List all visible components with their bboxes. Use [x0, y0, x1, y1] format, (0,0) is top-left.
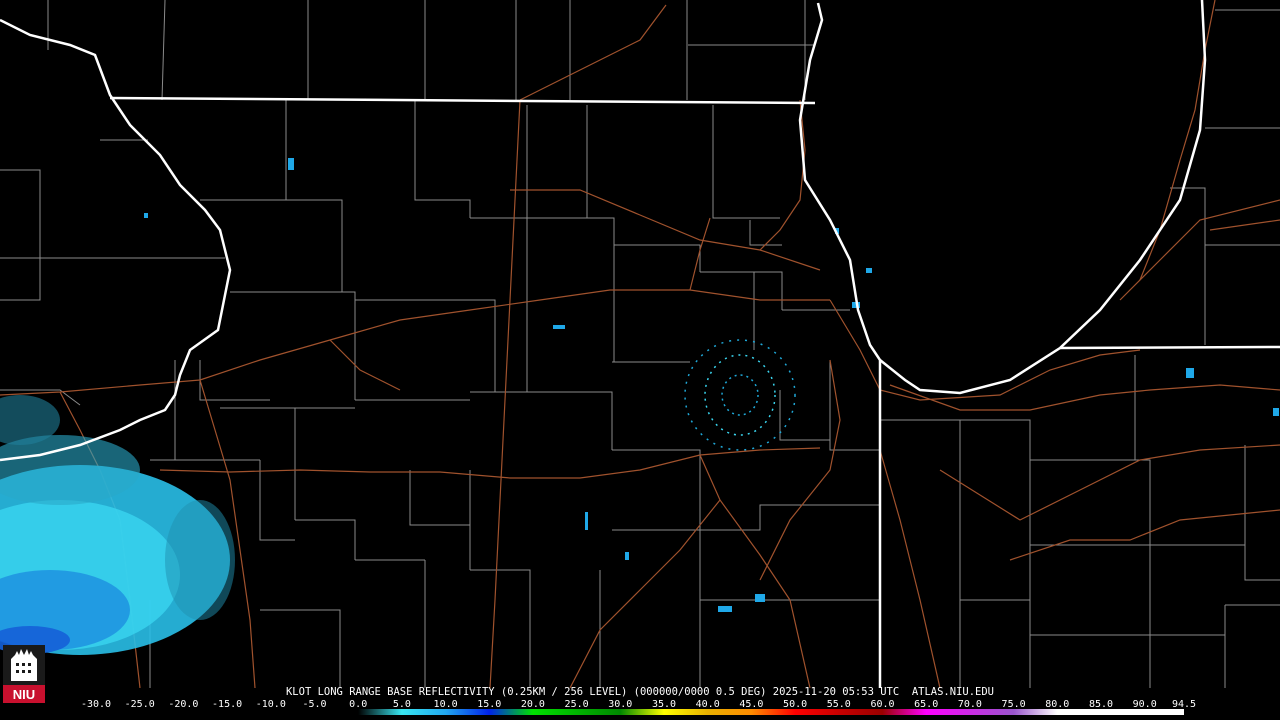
- scale-label: -10.0: [256, 699, 286, 710]
- reflectivity-color-scale: -30.0 -25.0 -20.0 -15.0 -10.0 -5.0 0.0 5.0 10.0 1…: [81, 699, 1196, 715]
- scale-label: 85.0: [1089, 699, 1113, 710]
- scale-label: 35.0: [652, 699, 676, 710]
- scale-label: 60.0: [870, 699, 894, 710]
- scale-label: -15.0: [212, 699, 242, 710]
- scale-label: 45.0: [739, 699, 763, 710]
- scale-label: 20.0: [521, 699, 545, 710]
- scale-label: 30.0: [608, 699, 632, 710]
- scale-label: 5.0: [393, 699, 411, 710]
- radar-echoes: [0, 158, 1279, 655]
- scale-label: -30.0: [81, 699, 111, 710]
- scale-label: 0.0: [349, 699, 367, 710]
- scale-label: 80.0: [1045, 699, 1069, 710]
- scale-label: 70.0: [958, 699, 982, 710]
- scale-label: -5.0: [302, 699, 326, 710]
- product-caption: KLOT LONG RANGE BASE REFLECTIVITY (0.25K…: [285, 686, 994, 698]
- scale-label: 55.0: [827, 699, 851, 710]
- scale-label: 15.0: [477, 699, 501, 710]
- scale-label: 50.0: [783, 699, 807, 710]
- scale-label: 94.5: [1172, 699, 1196, 710]
- radar-map: [0, 0, 1280, 688]
- scale-label: 90.0: [1133, 699, 1157, 710]
- scale-labels: -30.0 -25.0 -20.0 -15.0 -10.0 -5.0 0.0 5.0 10.0 1…: [81, 699, 1196, 710]
- scale-label: -20.0: [168, 699, 198, 710]
- scale-label: 10.0: [434, 699, 458, 710]
- scale-label: 40.0: [696, 699, 720, 710]
- scale-label: 65.0: [914, 699, 938, 710]
- scale-bar: [96, 709, 1184, 715]
- scale-label: 75.0: [1002, 699, 1026, 710]
- scale-label: -25.0: [125, 699, 155, 710]
- scale-label: 25.0: [565, 699, 589, 710]
